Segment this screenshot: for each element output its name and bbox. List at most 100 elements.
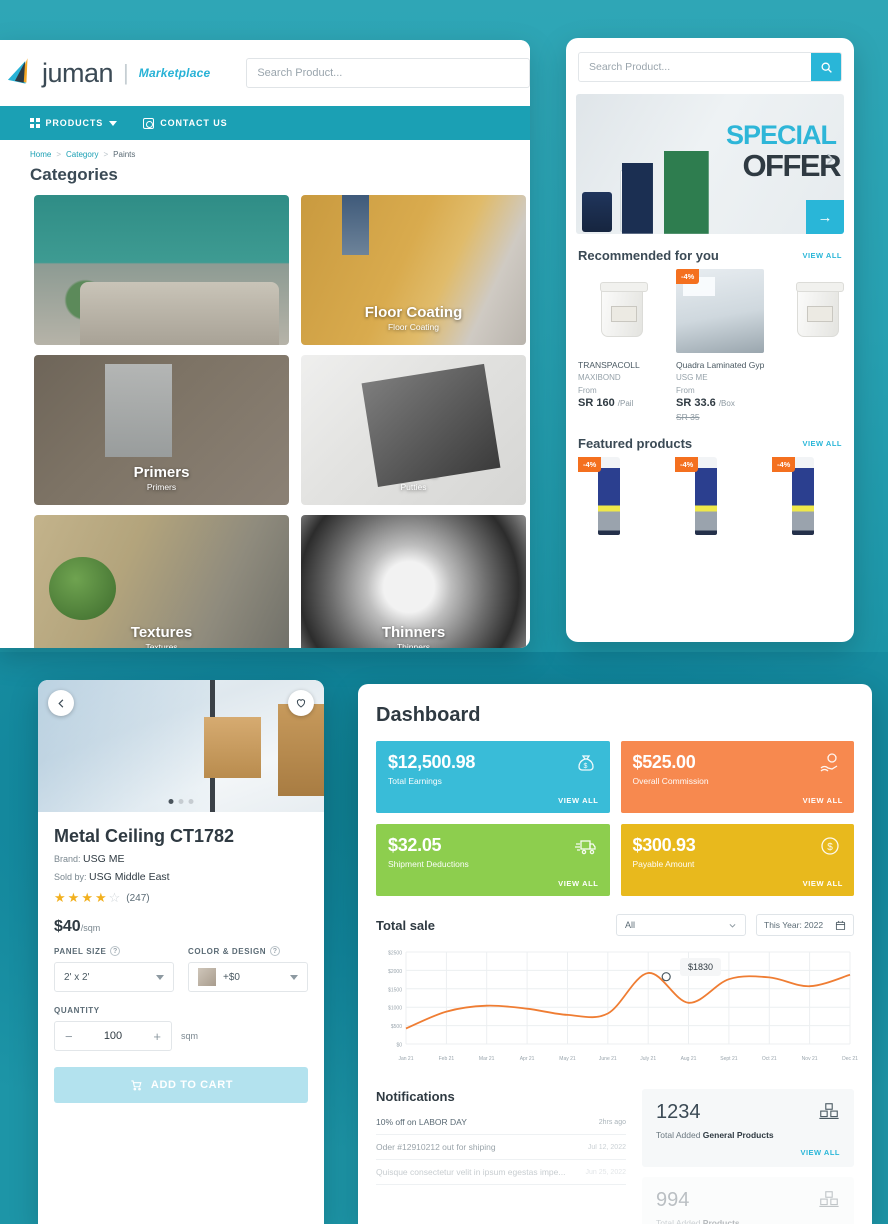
logo-wordmark: juman	[42, 57, 114, 88]
quantity-label: QUANTITY	[54, 1006, 100, 1015]
marketplace-panel: juman | Marketplace Search Product... PR…	[0, 40, 530, 648]
juman-logo[interactable]: juman | Marketplace	[7, 57, 210, 88]
category-subtitle: Decorative Paints	[128, 322, 195, 332]
hero-wood-panel	[278, 703, 324, 797]
total-sale-chart[interactable]: $0 $500 $1000 $1500 $2000 $2500 Jan 21 Feb 21 Ma…	[358, 936, 872, 1077]
stat-view-all[interactable]: VIEW ALL	[800, 1148, 840, 1157]
kpi-view-all[interactable]: VIEW ALL	[558, 796, 598, 805]
mobile-app-panel: Search Product... SPECIAL OFFER › → Reco…	[566, 38, 854, 642]
notifications-title: Notifications	[376, 1089, 455, 1104]
category-subtitle: Thinners	[396, 642, 431, 648]
search-button[interactable]	[811, 53, 841, 81]
featured-card-2[interactable]: -4%	[675, 457, 737, 535]
notification-row[interactable]: Quisque consectetur velit in ipsum egest…	[376, 1160, 626, 1185]
quantity-value[interactable]: 100	[104, 1030, 122, 1042]
spray-can-image	[792, 457, 814, 535]
discount-badge: -4%	[578, 457, 602, 472]
panel-size-label: PANEL SIZE ?	[54, 946, 174, 956]
kpi-card-shipment-deductions[interactable]: $32.05 Shipment Deductions VIEW ALL	[376, 824, 610, 896]
chart-date-value: This Year: 2022	[764, 920, 824, 930]
featured-products-list[interactable]: -4% -4% -4%	[566, 457, 854, 535]
panel-size-select[interactable]: 2' x 2'	[54, 962, 174, 992]
grid-icon	[30, 118, 40, 128]
svg-text:Jan 21: Jan 21	[398, 1056, 413, 1062]
chevron-down-icon	[109, 120, 118, 126]
featured-title: Featured products	[578, 436, 693, 451]
search-input[interactable]: Search Product...	[246, 58, 530, 88]
svg-text:Sept 21: Sept 21	[720, 1056, 737, 1062]
carousel-dots[interactable]	[168, 799, 194, 804]
kpi-card-total-earnings[interactable]: $12,500.98 Total Earnings VIEW ALL $	[376, 741, 610, 813]
featured-card-1[interactable]: -4%	[578, 457, 640, 535]
kpi-view-all[interactable]: VIEW ALL	[558, 879, 598, 888]
category-card-textures[interactable]: Textures Textures	[34, 515, 289, 648]
money-bag-icon: $	[577, 755, 594, 771]
notification-time: 2hrs ago	[598, 1118, 626, 1126]
total-sale-header: Total sale All This Year: 2022	[358, 896, 872, 936]
headset-icon	[143, 117, 155, 129]
stat-label: Total Added Products	[656, 1218, 740, 1224]
kpi-card-overall-commission[interactable]: $525.00 Overall Commission VIEW ALL	[620, 741, 854, 813]
back-button[interactable]	[48, 690, 74, 716]
kpi-view-all[interactable]: VIEW ALL	[803, 879, 843, 888]
banner-next-button[interactable]: →	[806, 200, 844, 234]
chart-filter-select[interactable]: All	[616, 914, 746, 936]
category-card-putties[interactable]: Putties Putties	[301, 355, 526, 505]
notification-time: Jul 12, 2022	[587, 1143, 626, 1151]
help-icon[interactable]: ?	[110, 946, 121, 956]
panel-size-value: 2' x 2'	[64, 971, 90, 983]
color-design-select[interactable]: +$0	[188, 962, 308, 992]
chart-tooltip: $1830	[680, 958, 722, 976]
product-name: Quadra Laminated Gyps...	[676, 360, 764, 370]
breadcrumb-home[interactable]: Home	[30, 150, 51, 159]
quantity-stepper[interactable]: − 100 +	[54, 1021, 172, 1051]
product-detail-panel: Metal Ceiling CT1782 Brand: USG ME Sold …	[38, 680, 324, 1224]
category-subtitle: Textures	[145, 642, 178, 648]
stat-number: 994	[656, 1189, 690, 1211]
chart-date-picker[interactable]: This Year: 2022	[756, 914, 854, 936]
featured-view-all[interactable]: VIEW ALL	[802, 439, 842, 448]
banner-next-chevron-icon[interactable]: ›	[826, 144, 834, 172]
featured-card-3[interactable]: -4%	[772, 457, 834, 535]
mobile-search-bar[interactable]: Search Product...	[578, 52, 842, 82]
product-card-transpacoll[interactable]: TRANSPACOLL MAXIBOND From SR 160 /Pail	[578, 269, 666, 422]
help-icon[interactable]: ?	[270, 946, 281, 956]
nav-item-contact-us[interactable]: CONTACT US	[143, 117, 227, 129]
recommended-title: Recommended for you	[578, 248, 719, 263]
quantity-increase-button[interactable]: +	[153, 1029, 161, 1044]
breadcrumb-category[interactable]: Category	[66, 150, 98, 159]
stat-label: Total Added General Products	[656, 1130, 774, 1140]
product-name: TRANSPACOLL	[578, 360, 640, 370]
notification-row[interactable]: Oder #12910212 out for shiping Jul 12, 2…	[376, 1135, 626, 1160]
recommended-view-all[interactable]: VIEW ALL	[802, 251, 842, 260]
category-card-thinners[interactable]: Thinners Thinners	[301, 515, 526, 648]
product-card-quadra[interactable]: -4% Quadra Laminated Gyps... USG ME From…	[676, 269, 764, 422]
stat-card-products[interactable]: 994 Total Added Products	[642, 1177, 854, 1224]
rating[interactable]: ★ ★ ★ ★ ☆ (247)	[54, 890, 308, 906]
stat-card-general-products[interactable]: 1234 Total Added General Products VIEW A…	[642, 1089, 854, 1167]
mobile-search-input[interactable]: Search Product...	[579, 53, 811, 81]
category-card-floor-coating[interactable]: Floor Coating Floor Coating	[301, 195, 526, 345]
search-icon	[821, 62, 832, 73]
wishlist-button[interactable]	[288, 690, 314, 716]
product-brand-row: Brand: USG ME	[54, 853, 308, 865]
kpi-view-all[interactable]: VIEW ALL	[803, 796, 843, 805]
add-to-cart-button[interactable]: ADD TO CART	[54, 1067, 308, 1103]
product-seller-row: Sold by: USG Middle East	[54, 871, 308, 883]
promo-banner[interactable]: SPECIAL OFFER › →	[576, 94, 844, 234]
juman-logo-mark-icon	[7, 57, 36, 88]
nav-item-products[interactable]: PRODUCTS	[30, 118, 118, 128]
brand-value: USG ME	[83, 853, 125, 865]
product-card-cutoff[interactable]	[774, 269, 854, 422]
discount-badge: -4%	[772, 457, 796, 472]
bottom-section: Notifications 10% off on LABOR DAY 2hrs …	[358, 1077, 872, 1224]
category-card-primers[interactable]: Primers Primers	[34, 355, 289, 505]
quantity-decrease-button[interactable]: −	[65, 1029, 73, 1044]
marketplace-header: juman | Marketplace Search Product...	[0, 40, 530, 106]
notification-row[interactable]: 10% off on LABOR DAY 2hrs ago	[376, 1110, 626, 1135]
recommended-products-list[interactable]: TRANSPACOLL MAXIBOND From SR 160 /Pail -…	[566, 269, 854, 422]
panel-size-option: PANEL SIZE ? 2' x 2'	[54, 946, 174, 992]
kpi-card-payable-amount[interactable]: $300.93 Payable Amount VIEW ALL $	[620, 824, 854, 896]
category-card-decorative-paints[interactable]: Decorative Paints Decorative Paints	[34, 195, 289, 345]
category-title: Putties	[388, 464, 439, 481]
